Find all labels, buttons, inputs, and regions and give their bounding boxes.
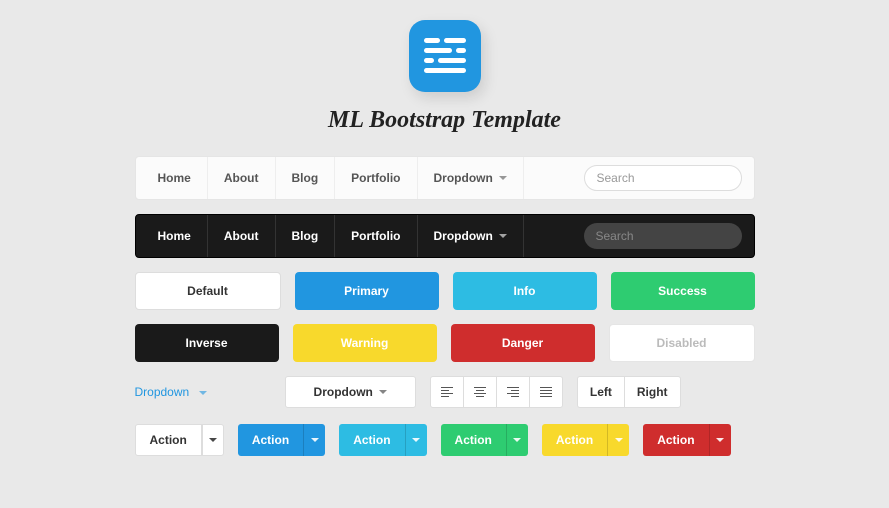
disabled-button: Disabled — [609, 324, 755, 362]
align-justify-icon — [540, 387, 552, 397]
chevron-down-icon — [716, 438, 724, 442]
split-success: Action — [441, 424, 528, 456]
nav-portfolio[interactable]: Portfolio — [335, 157, 417, 199]
search-input-dark[interactable] — [584, 223, 742, 249]
search-input-light[interactable] — [584, 165, 742, 191]
split-danger-toggle[interactable] — [709, 424, 731, 456]
align-left-button[interactable] — [430, 376, 464, 408]
split-danger-action[interactable]: Action — [643, 424, 708, 456]
align-center-icon — [474, 387, 486, 397]
chevron-down-icon — [209, 438, 217, 442]
app-logo — [409, 20, 481, 92]
segment-right[interactable]: Right — [624, 376, 681, 408]
split-info-action[interactable]: Action — [339, 424, 404, 456]
chevron-down-icon — [412, 438, 420, 442]
split-default-toggle[interactable] — [202, 424, 224, 456]
align-center-button[interactable] — [463, 376, 497, 408]
chevron-down-icon — [513, 438, 521, 442]
info-button[interactable]: Info — [453, 272, 597, 310]
align-right-icon — [507, 387, 519, 397]
align-justify-button[interactable] — [529, 376, 563, 408]
align-left-icon — [441, 387, 453, 397]
nav-blog[interactable]: Blog — [276, 157, 336, 199]
split-success-toggle[interactable] — [506, 424, 528, 456]
nav-dark-about[interactable]: About — [208, 215, 276, 257]
split-default-action[interactable]: Action — [135, 424, 202, 456]
navbar-light: Home About Blog Portfolio Dropdown — [135, 156, 755, 200]
split-success-action[interactable]: Action — [441, 424, 506, 456]
nav-search-dark — [584, 223, 742, 249]
success-button[interactable]: Success — [611, 272, 755, 310]
nav-dark-blog[interactable]: Blog — [276, 215, 336, 257]
split-primary: Action — [238, 424, 325, 456]
split-warning-toggle[interactable] — [607, 424, 629, 456]
align-button-group — [430, 376, 563, 408]
danger-button[interactable]: Danger — [451, 324, 595, 362]
chevron-down-icon — [499, 176, 507, 180]
align-right-button[interactable] — [496, 376, 530, 408]
default-button[interactable]: Default — [135, 272, 281, 310]
split-info-toggle[interactable] — [405, 424, 427, 456]
primary-button[interactable]: Primary — [295, 272, 439, 310]
nav-home[interactable]: Home — [142, 157, 208, 199]
chevron-down-icon — [379, 390, 387, 394]
chevron-down-icon — [199, 391, 207, 395]
split-info: Action — [339, 424, 426, 456]
split-warning-action[interactable]: Action — [542, 424, 607, 456]
nav-dropdown[interactable]: Dropdown — [418, 157, 524, 199]
inverse-button[interactable]: Inverse — [135, 324, 279, 362]
nav-about[interactable]: About — [208, 157, 276, 199]
warning-button[interactable]: Warning — [293, 324, 437, 362]
nav-dark-portfolio[interactable]: Portfolio — [335, 215, 417, 257]
dropdown-link[interactable]: Dropdown — [135, 385, 207, 399]
split-primary-toggle[interactable] — [303, 424, 325, 456]
page-title: ML Bootstrap Template — [135, 107, 755, 134]
nav-search-light — [584, 165, 742, 191]
chevron-down-icon — [499, 234, 507, 238]
navbar-dark: Home About Blog Portfolio Dropdown — [135, 214, 755, 258]
dropdown-button[interactable]: Dropdown — [285, 376, 416, 408]
split-danger: Action — [643, 424, 730, 456]
split-default: Action — [135, 424, 224, 456]
chevron-down-icon — [615, 438, 623, 442]
nav-dark-home[interactable]: Home — [142, 215, 208, 257]
segmented-control: Left Right — [577, 376, 681, 408]
split-primary-action[interactable]: Action — [238, 424, 303, 456]
segment-left[interactable]: Left — [577, 376, 624, 408]
split-warning: Action — [542, 424, 629, 456]
chevron-down-icon — [311, 438, 319, 442]
nav-dark-dropdown[interactable]: Dropdown — [418, 215, 524, 257]
